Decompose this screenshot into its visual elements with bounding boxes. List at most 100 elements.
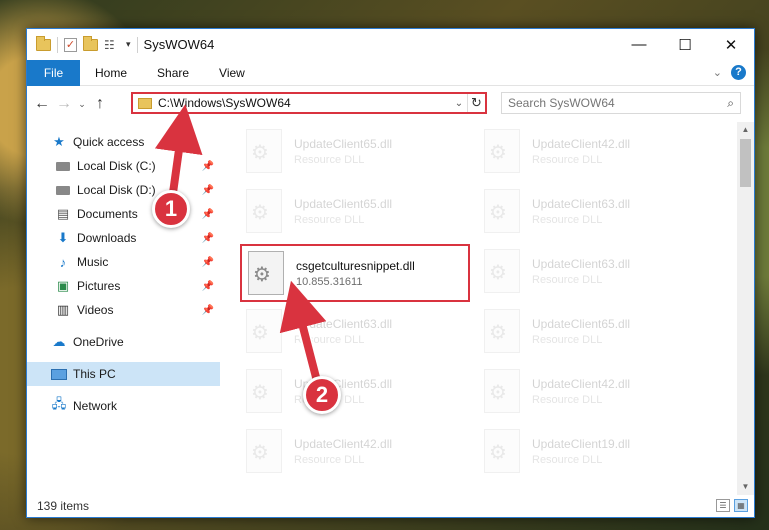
- file-description: Resource DLL: [532, 213, 603, 226]
- dll-file-icon: [484, 309, 520, 353]
- pin-icon[interactable]: 📌: [202, 305, 214, 316]
- divider: [136, 36, 138, 53]
- tiles-view-icon[interactable]: ▦: [734, 499, 748, 512]
- search-input[interactable]: [508, 96, 728, 110]
- minimize-button[interactable]: —: [616, 29, 662, 60]
- chevron-down-icon[interactable]: ⌄: [451, 98, 467, 109]
- window-title: SysWOW64: [143, 37, 215, 52]
- file-name: UpdateClient63.dll: [532, 196, 631, 211]
- highlighted-file-item[interactable]: csgetculturesnippet.dll 10.855.31611: [240, 244, 470, 302]
- sidebar-item-onedrive[interactable]: ☁ OneDrive: [27, 330, 220, 354]
- sidebar-item-network[interactable]: 🖧 Network: [27, 394, 220, 418]
- file-name: UpdateClient65.dll: [294, 196, 393, 211]
- vertical-scrollbar[interactable]: ▲ ▼: [737, 122, 754, 495]
- file-name: UpdateClient65.dll: [532, 316, 631, 331]
- sidebar-item-downloads[interactable]: ⬇ Downloads 📌: [27, 226, 220, 250]
- list-item[interactable]: UpdateClient63.dll Resource DLL: [484, 187, 708, 235]
- pin-icon[interactable]: 📌: [202, 257, 214, 268]
- list-item[interactable]: UpdateClient65.dllResource DLL: [246, 187, 470, 235]
- list-item[interactable]: UpdateClient42.dll Resource DLL: [246, 427, 470, 475]
- file-name: UpdateClient42.dll: [294, 436, 393, 451]
- search-box[interactable]: ⌕: [501, 92, 741, 114]
- forward-arrow-icon[interactable]: →: [53, 95, 75, 113]
- pin-icon[interactable]: 📌: [202, 233, 214, 244]
- up-arrow-icon[interactable]: ↑: [89, 95, 111, 113]
- title-bar: ✓ ☷ ▾ SysWOW64 — ☐ ✕: [27, 29, 754, 60]
- tab-view[interactable]: View: [204, 66, 260, 80]
- quick-access-toolbar: ✓ ☷ ▾: [27, 35, 138, 53]
- file-description: Resource DLL: [532, 393, 603, 406]
- file-version: 10.855.31611: [296, 275, 363, 288]
- view-buttons: ☰ ▦: [716, 499, 748, 512]
- tab-home[interactable]: Home: [80, 66, 142, 80]
- refresh-icon[interactable]: ↻: [467, 94, 485, 112]
- search-icon[interactable]: ⌕: [727, 96, 734, 111]
- back-arrow-icon[interactable]: ←: [31, 95, 53, 113]
- dll-file-icon: [484, 189, 520, 233]
- sidebar-item-this-pc[interactable]: This PC: [27, 362, 220, 386]
- dll-file-icon: [246, 369, 282, 413]
- sidebar-item-label: Downloads: [77, 231, 137, 245]
- file-name: UpdateClient65.dll: [294, 136, 393, 151]
- address-bar[interactable]: C:\Windows\SysWOW64 ⌄ ↻: [131, 92, 487, 114]
- tab-share[interactable]: Share: [142, 66, 204, 80]
- sidebar-item-label: OneDrive: [73, 335, 124, 349]
- details-view-icon[interactable]: ☰: [716, 499, 730, 512]
- file-explorer-window: ✓ ☷ ▾ SysWOW64 — ☐ ✕ File Home Share Vie…: [26, 28, 755, 518]
- sidebar-item-videos[interactable]: ▥ Videos 📌: [27, 298, 220, 322]
- close-button[interactable]: ✕: [708, 29, 754, 60]
- scroll-up-icon[interactable]: ▲: [737, 122, 754, 138]
- file-name: csgetculturesnippet.dll: [296, 258, 415, 273]
- scroll-down-icon[interactable]: ▼: [737, 479, 754, 495]
- list-item[interactable]: UpdateClient63.dll Resource DLL: [246, 307, 470, 355]
- pictures-icon: ▣: [56, 278, 70, 293]
- chevron-down-icon[interactable]: ⌄: [713, 66, 722, 79]
- scrollbar-thumb[interactable]: [740, 139, 751, 187]
- sidebar-item-music[interactable]: ♪ Music 📌: [27, 250, 220, 274]
- chevron-down-icon[interactable]: ▾: [126, 39, 131, 50]
- sidebar-item-label: Local Disk (D:): [77, 183, 156, 197]
- file-description: Resource DLL: [294, 333, 365, 346]
- dll-file-icon: [246, 309, 282, 353]
- dll-file-icon: [484, 249, 520, 293]
- list-item[interactable]: UpdateClient42.dll Resource DLL: [484, 367, 708, 415]
- sidebar-item-label: Pictures: [77, 279, 121, 293]
- file-list: UpdateClient65.dll Resource DLL UpdateCli…: [220, 122, 754, 495]
- pin-icon[interactable]: 📌: [202, 161, 214, 172]
- divider: [57, 36, 58, 53]
- properties-check-icon[interactable]: ✓: [64, 37, 77, 52]
- dll-file-icon: [484, 129, 520, 173]
- list-item[interactable]: UpdateClient65.dllResource DLL: [246, 367, 470, 415]
- maximize-button[interactable]: ☐: [662, 29, 708, 60]
- help-icon[interactable]: ?: [731, 65, 746, 80]
- sidebar-item-quick-access[interactable]: ★ Quick access: [27, 130, 220, 154]
- list-item[interactable]: UpdateClient63.dll Resource DLL: [484, 247, 708, 295]
- new-folder-icon[interactable]: [83, 35, 98, 51]
- customize-icon[interactable]: ☷: [104, 38, 120, 52]
- download-icon: ⬇: [57, 230, 69, 245]
- pin-icon[interactable]: 📌: [202, 209, 214, 220]
- sidebar-item-pictures[interactable]: ▣ Pictures 📌: [27, 274, 220, 298]
- list-item[interactable]: UpdateClient42.dll Resource DLL: [484, 127, 708, 175]
- sidebar-item-local-disk-c[interactable]: Local Disk (C:) 📌: [27, 154, 220, 178]
- list-item[interactable]: UpdateClient65.dll Resource DLL: [246, 127, 470, 175]
- pin-icon[interactable]: 📌: [202, 185, 214, 196]
- sidebar-item-label: Network: [73, 399, 118, 413]
- sidebar-item-documents[interactable]: ▤ Documents 📌: [27, 202, 220, 226]
- address-path[interactable]: C:\Windows\SysWOW64: [158, 96, 451, 110]
- file-description: Resource DLL: [294, 153, 365, 166]
- sidebar-item-label: Music: [77, 255, 109, 269]
- sidebar-item-local-disk-d[interactable]: Local Disk (D:) 📌: [27, 178, 220, 202]
- cloud-icon: ☁: [52, 334, 66, 349]
- list-item[interactable]: UpdateClient19.dll Resource DLL: [484, 427, 708, 475]
- ribbon-right: ⌄ ?: [713, 65, 746, 80]
- documents-icon: ▤: [56, 206, 70, 221]
- file-description: Resource DLL: [532, 453, 603, 466]
- recent-locations-icon[interactable]: ⌄: [75, 99, 89, 110]
- navigation-pane: ★ Quick access Local Disk (C:) 📌 Local D…: [27, 122, 220, 495]
- pin-icon[interactable]: 📌: [202, 281, 214, 292]
- tab-file[interactable]: File: [27, 59, 80, 86]
- list-item[interactable]: UpdateClient65.dllResource DLL: [484, 307, 708, 355]
- dll-file-icon: [248, 251, 284, 295]
- dll-file-icon: [246, 129, 282, 173]
